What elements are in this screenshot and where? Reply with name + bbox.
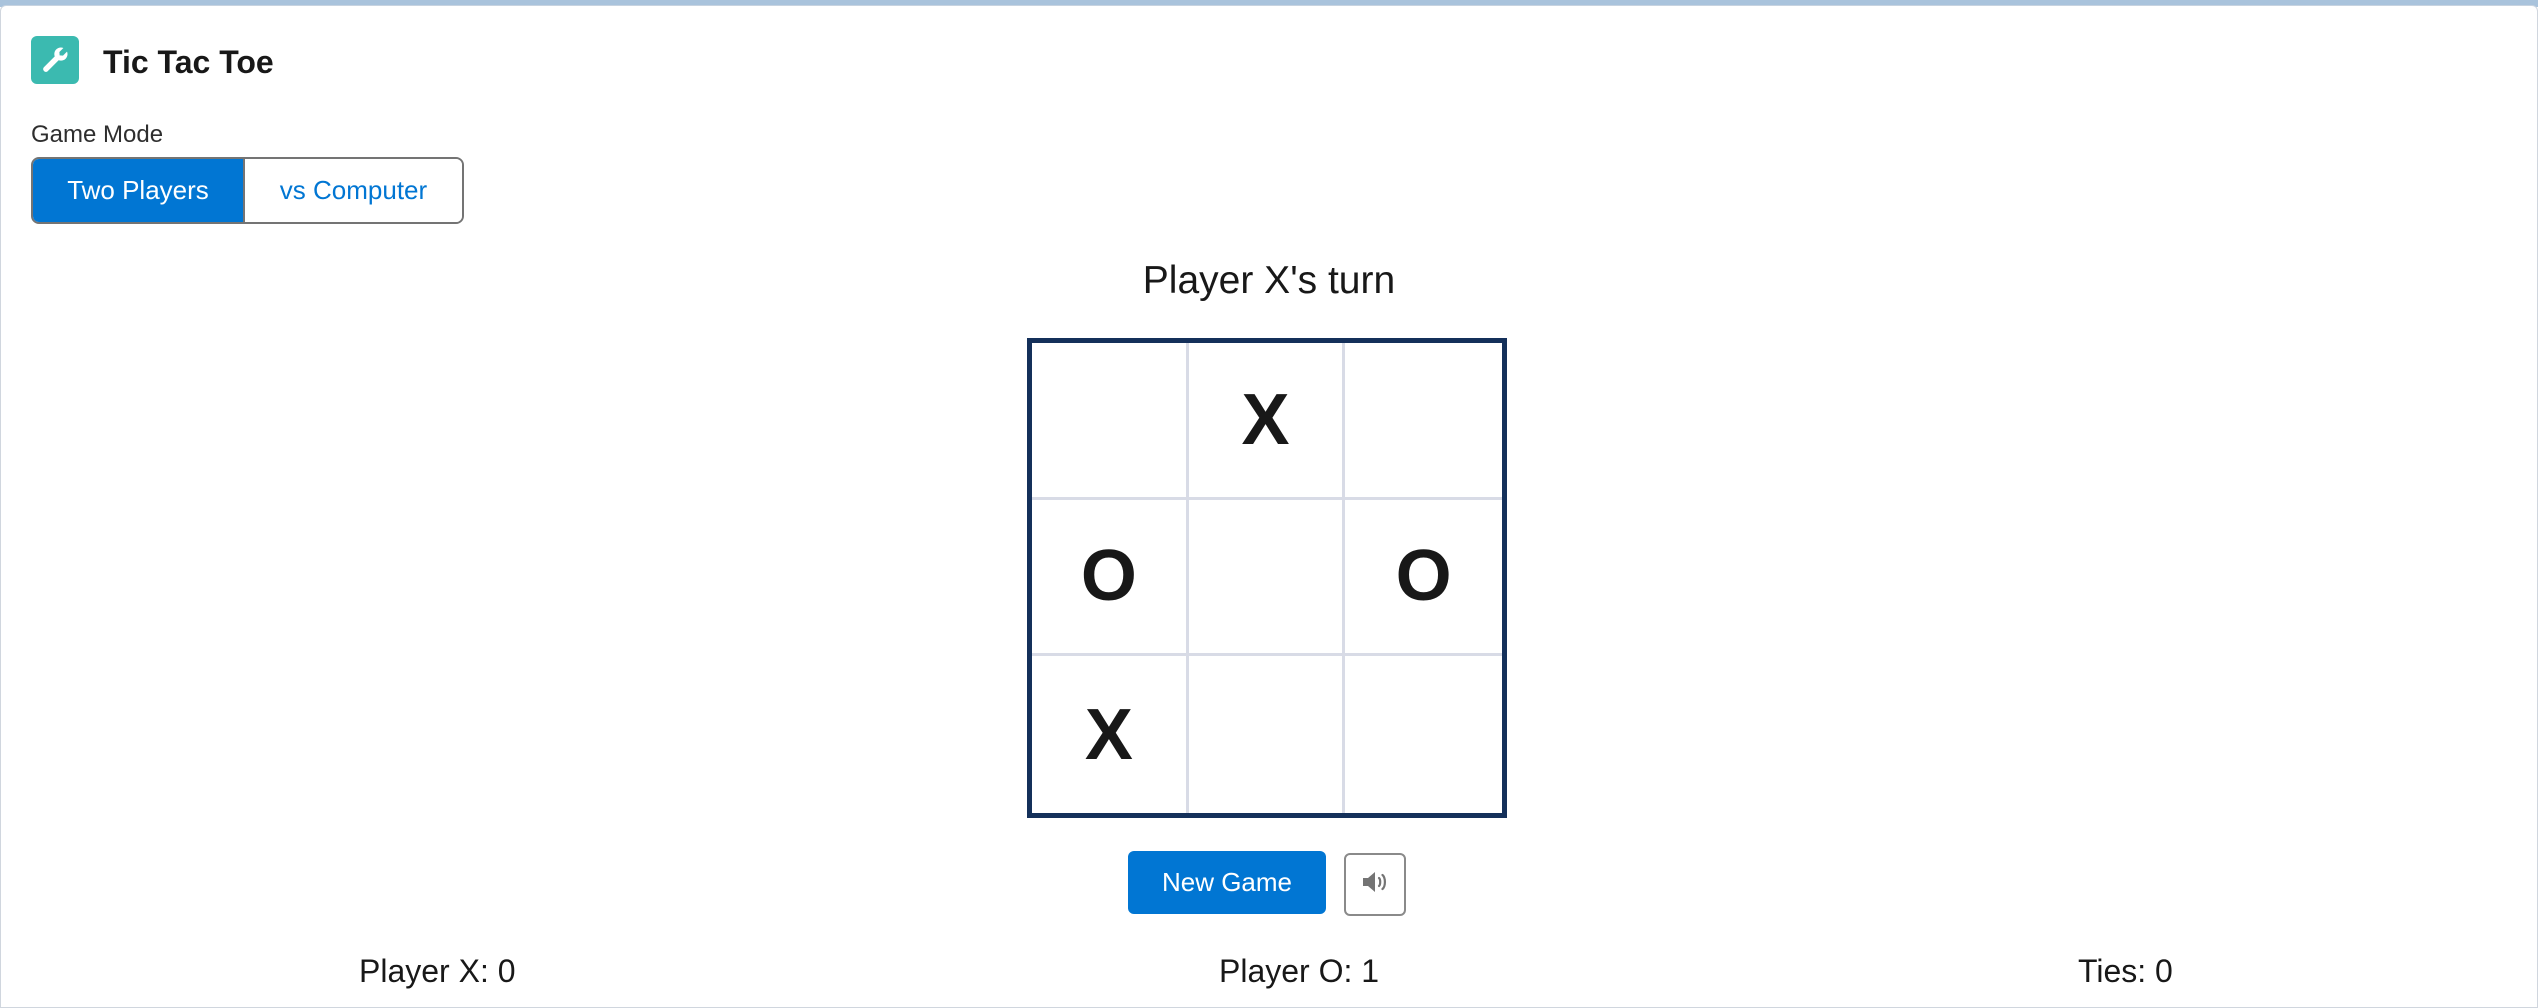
game-mode-label: Game Mode xyxy=(31,121,164,148)
two-players-button[interactable]: Two Players xyxy=(33,159,243,222)
board-cell-1[interactable] xyxy=(1032,343,1189,500)
sound-toggle-button[interactable] xyxy=(1344,853,1406,916)
board-cell-9[interactable] xyxy=(1345,656,1502,813)
board-cell-8[interactable] xyxy=(1189,656,1346,813)
turn-status: Player X's turn xyxy=(1,256,2538,306)
new-game-button[interactable]: New Game xyxy=(1128,851,1326,914)
vs-computer-button[interactable]: vs Computer xyxy=(243,159,462,222)
board-cell-7[interactable]: X xyxy=(1032,656,1189,813)
wrench-icon xyxy=(31,36,79,84)
board-cell-4[interactable]: O xyxy=(1032,499,1189,657)
turn-status-text: Player X's turn xyxy=(1142,259,1396,302)
score-player-x: Player X: 0 xyxy=(359,953,516,989)
score-player-o: Player O: 1 xyxy=(1219,953,1380,989)
game-card: Tic Tac Toe Game Mode Two Players vs Com… xyxy=(0,5,2538,1008)
app-title: Tic Tac Toe xyxy=(103,44,274,80)
board-cell-2[interactable]: X xyxy=(1188,343,1346,500)
speaker-icon xyxy=(1360,869,1390,900)
board-cell-6[interactable]: O xyxy=(1345,500,1502,657)
game-mode-toggle: Two Players vs Computer xyxy=(31,157,464,224)
score-ties: Ties: 0 xyxy=(2078,953,2173,989)
board-cell-5[interactable] xyxy=(1188,499,1346,657)
board-cell-3[interactable] xyxy=(1345,343,1502,500)
game-board: X O O X xyxy=(1027,338,1507,818)
